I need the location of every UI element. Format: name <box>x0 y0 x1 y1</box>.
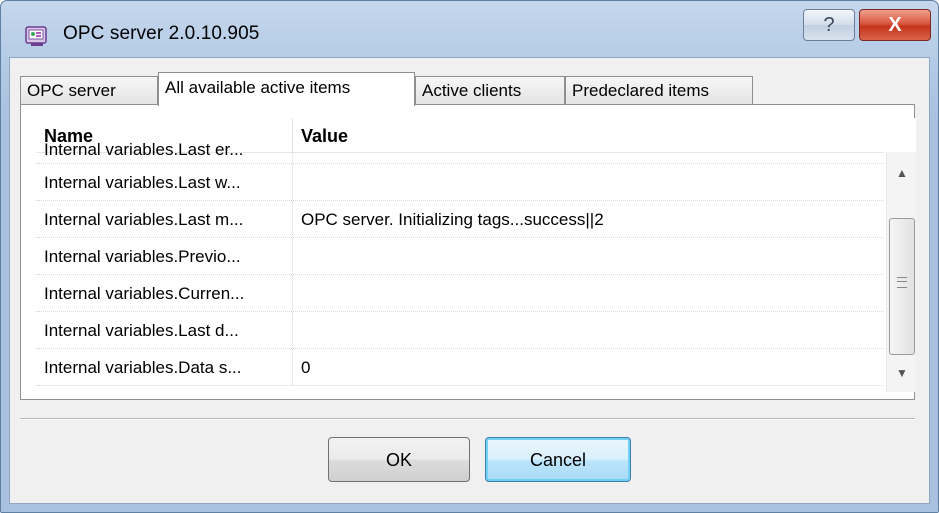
row-name-cell: Internal variables.Data s... <box>44 358 242 377</box>
table-row[interactable]: Internal variables.Last w... <box>36 164 884 201</box>
footer-separator <box>20 418 915 420</box>
row-name-cell: Internal variables.Last w... <box>44 173 241 192</box>
scroll-up-arrow-icon[interactable]: ▲ <box>887 158 916 188</box>
table-row[interactable]: Internal variables.Curren... <box>36 275 884 312</box>
window-title: OPC server 2.0.10.905 <box>63 23 260 44</box>
row-value-cell: 0 <box>301 358 311 377</box>
vertical-scrollbar[interactable]: ▲ ▼ <box>886 152 916 392</box>
help-button[interactable]: ? <box>803 9 855 41</box>
table-row[interactable]: Internal variables.Last m... OPC server.… <box>36 201 884 238</box>
tab-active-clients[interactable]: Active clients <box>415 76 565 104</box>
cancel-button[interactable]: Cancel <box>485 437 631 482</box>
close-button[interactable]: X <box>859 9 931 41</box>
tab-all-available-active-items[interactable]: All available active items <box>158 72 415 106</box>
opc-server-app-icon <box>25 26 47 46</box>
table-row[interactable]: Internal variables.Last er... <box>36 140 884 164</box>
scrollbar-grip-icon <box>897 277 907 288</box>
table-row[interactable]: Internal variables.Previo... <box>36 238 884 275</box>
table-row[interactable]: Internal variables.Data s... 0 <box>36 349 884 386</box>
row-name-cell: Internal variables.Previo... <box>44 247 241 266</box>
tab-opc-server[interactable]: OPC server <box>20 76 158 104</box>
row-name-cell: Internal variables.Last er... <box>44 140 244 159</box>
row-value-cell: OPC server. Initializing tags...success|… <box>301 210 604 229</box>
table-row[interactable]: Internal variables.Last d... <box>36 312 884 349</box>
scroll-down-arrow-icon[interactable]: ▼ <box>887 358 916 388</box>
row-name-cell: Internal variables.Last d... <box>44 321 239 340</box>
row-name-cell: Internal variables.Last m... <box>44 210 244 229</box>
title-bar[interactable]: OPC server 2.0.10.905 ? X <box>1 1 938 57</box>
row-name-cell: Internal variables.Curren... <box>44 284 245 303</box>
active-items-list[interactable]: Name Value Internal variables.Last er...… <box>36 118 916 392</box>
scrollbar-thumb[interactable] <box>889 218 915 355</box>
tab-predeclared-items[interactable]: Predeclared items <box>565 76 753 104</box>
ok-button[interactable]: OK <box>328 437 470 482</box>
